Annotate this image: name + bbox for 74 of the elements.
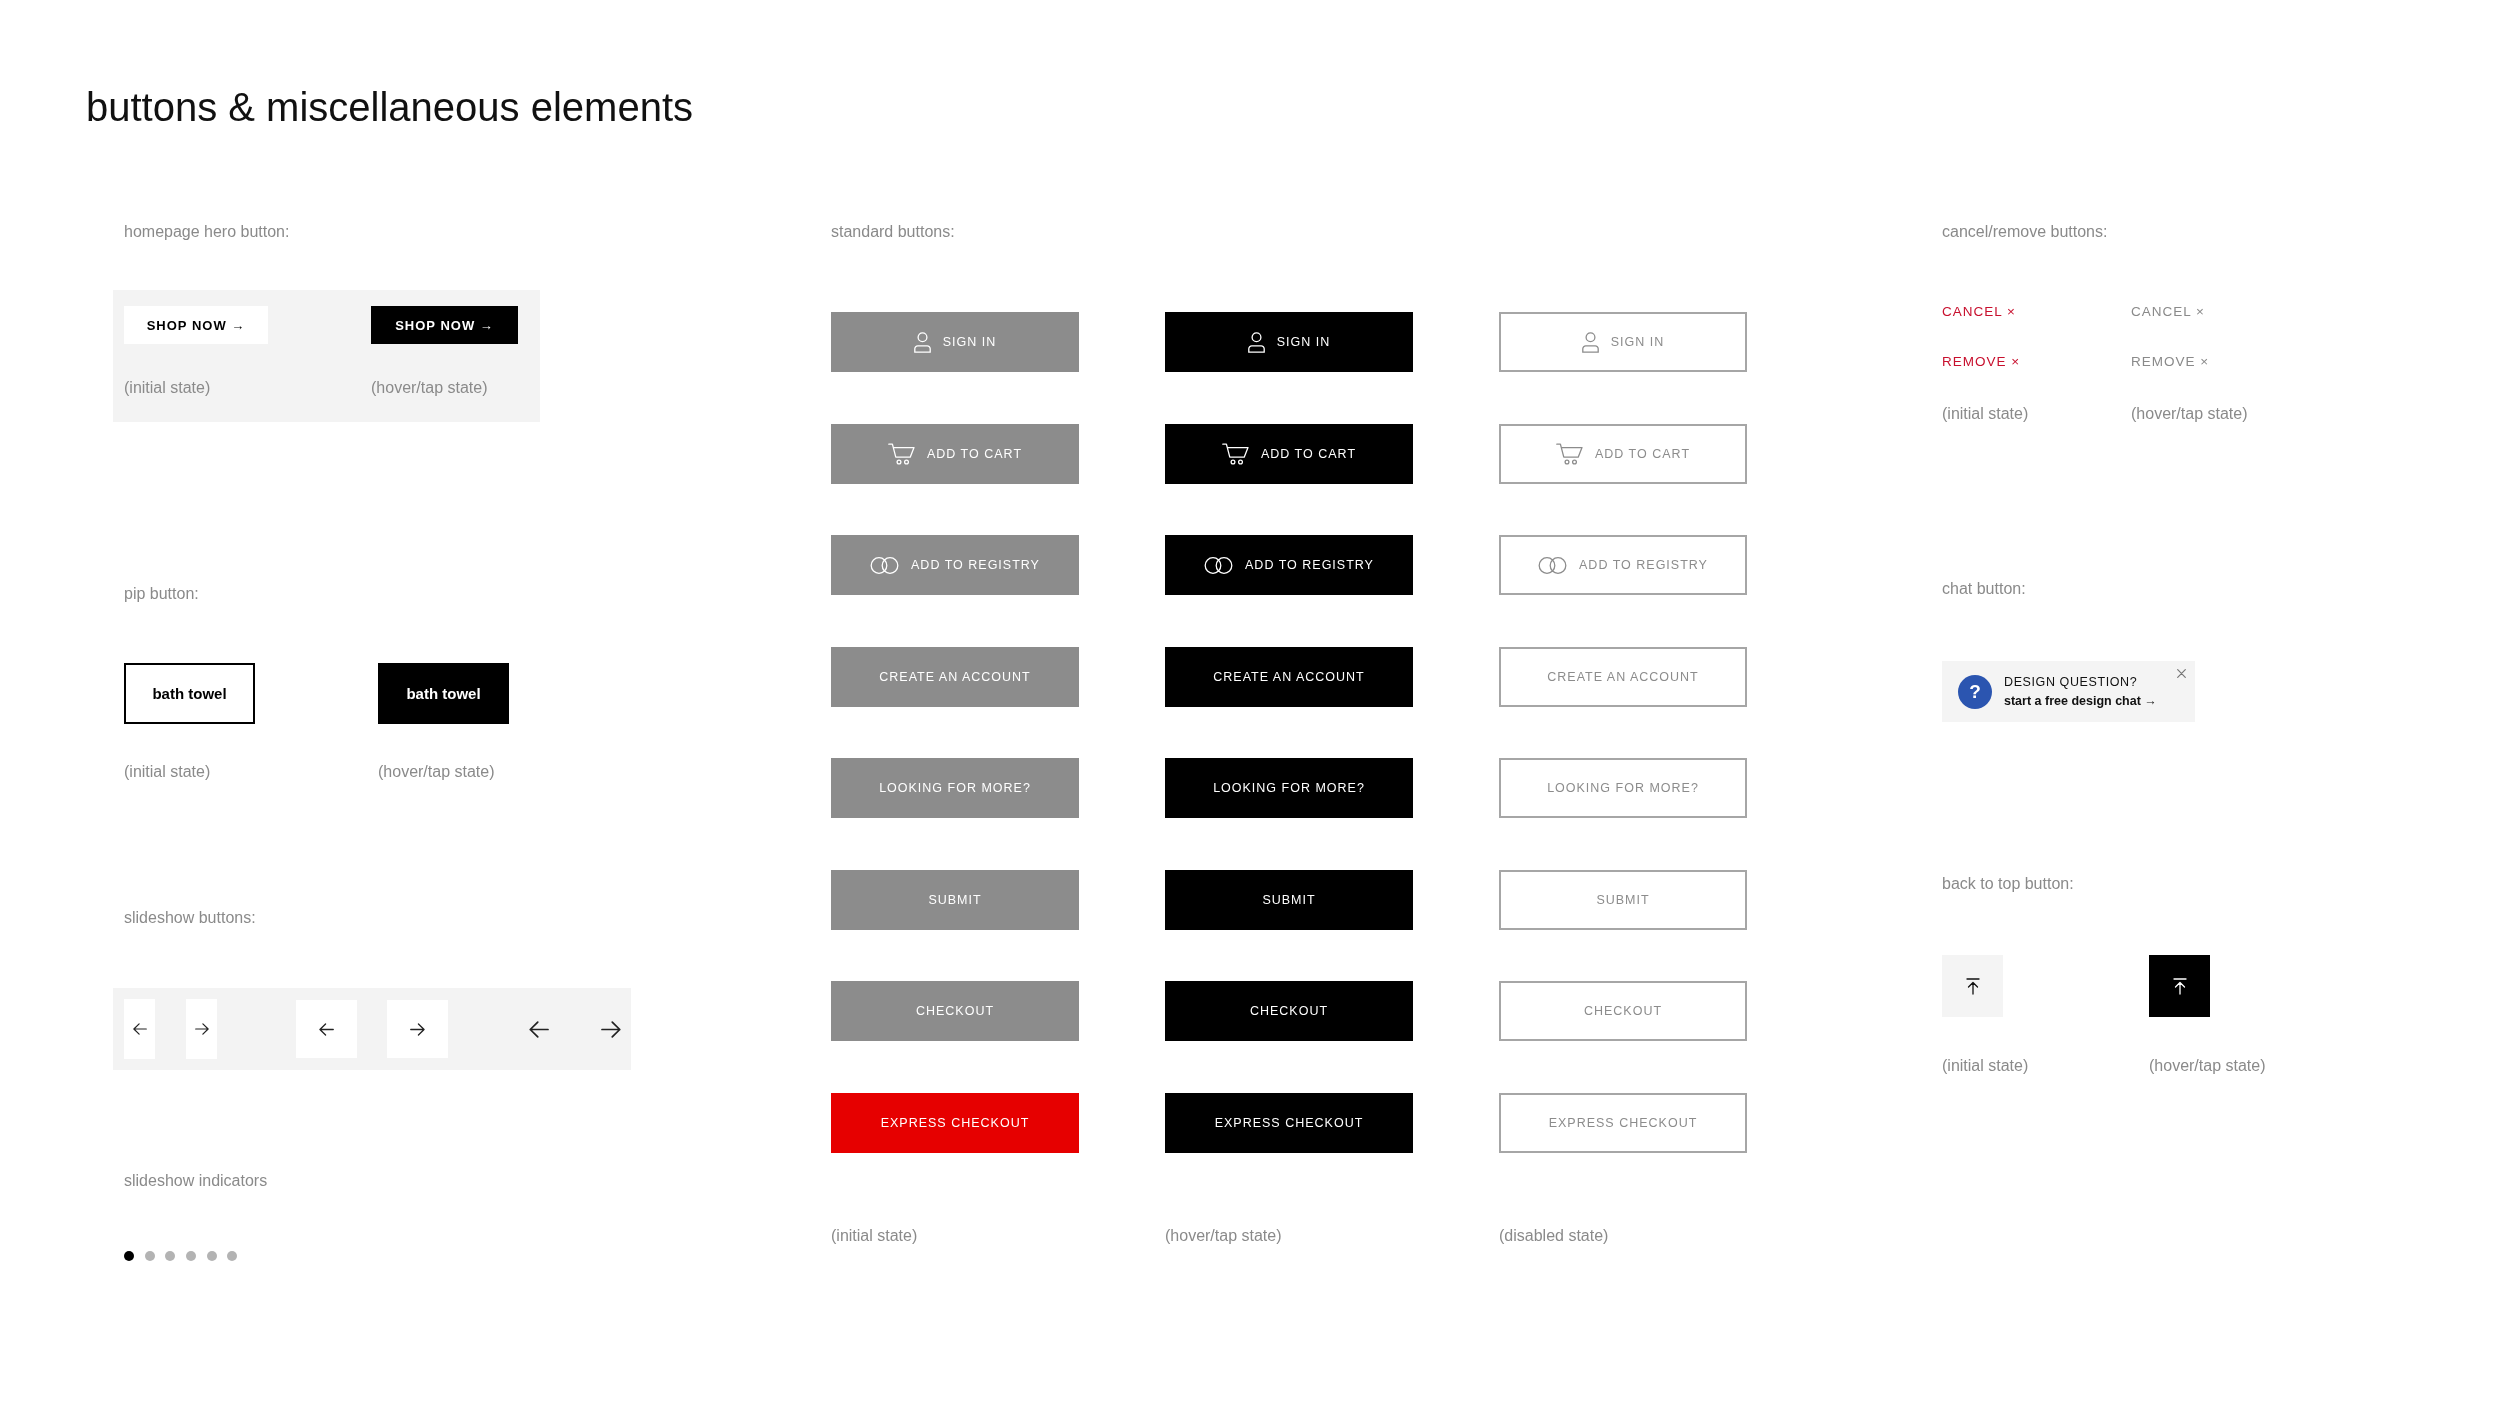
indicator-dot-icon[interactable]	[186, 1251, 197, 1261]
pip-button[interactable]: bath towel	[124, 663, 255, 724]
cancel-button[interactable]: CANCEL ×	[2131, 303, 2205, 320]
cart-icon	[887, 442, 915, 465]
indicator-dot-icon[interactable]	[144, 1251, 155, 1261]
arrow-left-icon	[529, 1020, 549, 1038]
user-icon	[913, 331, 931, 353]
sign-in-button[interactable]: SIGN IN	[831, 312, 1079, 372]
arrow-to-top-icon	[1965, 977, 1980, 995]
express-checkout-button[interactable]: EXPRESS CHECKOUT	[831, 1092, 1079, 1153]
add-to-registry-button[interactable]: ADD TO REGISTRY	[1165, 535, 1413, 595]
shop-now-button[interactable]: SHOP NOW →	[371, 306, 518, 344]
rings-icon	[870, 556, 900, 574]
chat-link[interactable]: start a free design chat →	[2004, 693, 2157, 709]
state-caption: (initial state)	[1942, 404, 2029, 423]
user-icon	[1247, 331, 1265, 353]
cart-icon	[1555, 442, 1583, 465]
add-to-registry-button[interactable]: ADD TO REGISTRY	[831, 535, 1079, 595]
looking-for-more-button[interactable]: LOOKING FOR MORE?	[831, 758, 1079, 818]
state-caption: (initial state)	[124, 762, 211, 781]
question-badge: ?	[1958, 674, 1992, 709]
create-account-button[interactable]: CREATE AN ACCOUNT	[831, 646, 1079, 707]
sign-in-button[interactable]: SIGN IN	[1165, 312, 1413, 372]
state-caption: (hover/tap state)	[2149, 1056, 2266, 1075]
arrow-right-icon	[194, 1023, 209, 1035]
pip-button[interactable]: bath towel	[378, 663, 509, 724]
back-to-top-button[interactable]	[1942, 955, 2003, 1017]
state-caption: (initial state)	[124, 378, 211, 397]
indicator-dot-icon[interactable]	[165, 1251, 176, 1261]
submit-button[interactable]: SUBMIT	[831, 869, 1079, 930]
arrow-left-icon	[132, 1023, 147, 1035]
state-caption: (initial state)	[831, 1225, 918, 1245]
section-label: pip button:	[124, 584, 199, 603]
add-to-cart-button[interactable]: ADD TO CART	[831, 423, 1079, 484]
section-label: back to top button:	[1942, 874, 2074, 893]
chat-heading: DESIGN QUESTION?	[2004, 674, 2139, 690]
indicator-dot-icon[interactable]	[124, 1251, 134, 1261]
checkout-button[interactable]: CHECKOUT	[831, 981, 1079, 1041]
arrow-right-icon	[410, 1022, 425, 1036]
section-label: chat button:	[1942, 579, 2026, 598]
user-icon	[1581, 331, 1599, 353]
state-caption: (hover/tap state)	[1165, 1225, 1282, 1245]
section-label: homepage hero button:	[124, 222, 290, 241]
section-label: cancel/remove buttons:	[1942, 222, 2108, 241]
create-account-button[interactable]: CREATE AN ACCOUNT	[1165, 646, 1413, 707]
express-checkout-button[interactable]: EXPRESS CHECKOUT	[1165, 1092, 1413, 1153]
arrow-right-icon	[601, 1020, 621, 1038]
indicator-dot-icon[interactable]	[227, 1251, 238, 1261]
close-icon[interactable]	[2177, 669, 2186, 678]
state-caption: (hover/tap state)	[371, 378, 488, 397]
page-title: buttons & miscellaneous elements	[86, 84, 693, 130]
submit-button[interactable]: SUBMIT	[1165, 869, 1413, 930]
state-caption: (disabled state)	[1499, 1225, 1609, 1245]
indicator-dot-icon[interactable]	[206, 1251, 217, 1261]
state-caption: (initial state)	[1942, 1056, 2029, 1075]
add-to-cart-button[interactable]: ADD TO CART	[1165, 423, 1413, 484]
cart-icon	[1221, 442, 1249, 465]
looking-for-more-button[interactable]: LOOKING FOR MORE?	[1165, 758, 1413, 818]
state-caption: (hover/tap state)	[2131, 404, 2248, 423]
section-label: slideshow indicators	[124, 1171, 268, 1190]
remove-button[interactable]: REMOVE ×	[2131, 353, 2210, 370]
state-caption: (hover/tap state)	[378, 762, 495, 781]
rings-icon	[1538, 556, 1568, 574]
rings-icon	[1204, 556, 1234, 574]
arrow-left-icon	[319, 1022, 334, 1036]
cancel-button[interactable]: CANCEL ×	[1942, 303, 2016, 320]
section-label: standard buttons:	[831, 222, 955, 241]
arrow-to-top-icon	[2172, 977, 2187, 995]
remove-button[interactable]: REMOVE ×	[1942, 353, 2021, 370]
checkout-button[interactable]: CHECKOUT	[1165, 981, 1413, 1041]
chat-button[interactable]: ? DESIGN QUESTION? start a free design chat →	[1942, 661, 2195, 722]
section-label: slideshow buttons:	[124, 908, 256, 927]
shop-now-button[interactable]: SHOP NOW →	[124, 306, 268, 344]
back-to-top-button[interactable]	[2149, 955, 2210, 1017]
